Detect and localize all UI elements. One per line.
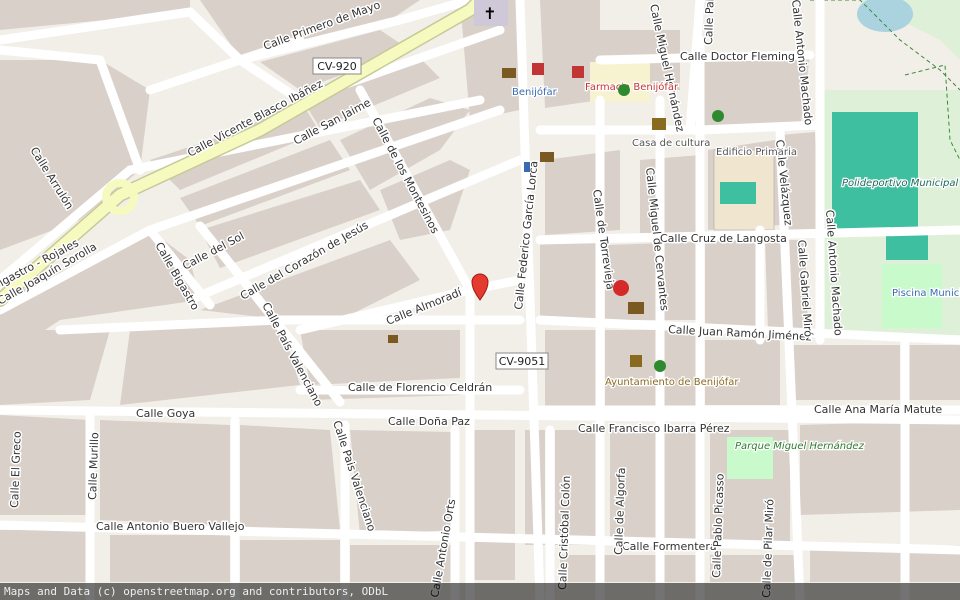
library-icon bbox=[652, 118, 666, 130]
street-label: Calle Doña Paz bbox=[388, 415, 470, 428]
poi-label: Farmacia Benijófar bbox=[585, 81, 679, 93]
street-label: Calle Formentera bbox=[622, 540, 717, 553]
street-label: Calle Antonio Buero Vallejo bbox=[96, 520, 245, 533]
street-label: Calle Francisco Ibarra Pérez bbox=[578, 422, 730, 435]
street-label: Calle El Greco bbox=[8, 431, 24, 508]
poi-label: Parque Miguel Hernández bbox=[735, 440, 865, 452]
map-attribution: Maps and Data (c) openstreetmap.org and … bbox=[0, 583, 960, 600]
street-label: Calle Murillo bbox=[86, 432, 101, 500]
route-label: CV-9051 bbox=[499, 355, 546, 368]
poi-label: Edificio Primaria bbox=[716, 147, 797, 158]
poi-label: Benijófar bbox=[512, 86, 558, 98]
poi-label: Ayuntamiento de Benijófar bbox=[605, 376, 739, 388]
pharmacy-icon bbox=[532, 63, 544, 75]
playground-icon bbox=[712, 110, 724, 122]
pitch-main bbox=[832, 112, 918, 230]
street-label: Calle de Florencio Celdrán bbox=[348, 381, 492, 394]
bank-icon bbox=[540, 152, 554, 162]
street-label: Calle Goya bbox=[136, 407, 195, 420]
church-icon: ✝ bbox=[483, 4, 496, 23]
clinic-icon bbox=[613, 280, 629, 296]
route-shield-cv920: CV-920 bbox=[312, 57, 362, 75]
route-shield-cv9051: CV-9051 bbox=[495, 352, 549, 370]
poi-label: Casa de cultura bbox=[632, 138, 710, 149]
playground-icon bbox=[618, 84, 630, 96]
school-pitch bbox=[720, 182, 756, 204]
poi-label: Polideportivo Municipal bbox=[842, 178, 959, 189]
bus-stop-icon bbox=[524, 162, 530, 172]
street-label: Calle Ana María Matute bbox=[814, 403, 942, 416]
route-label: CV-920 bbox=[317, 60, 357, 73]
post-office-icon bbox=[628, 302, 644, 314]
car-icon bbox=[388, 335, 398, 343]
bank-icon bbox=[502, 68, 516, 78]
street-label: Calle Doctor Fleming bbox=[680, 50, 795, 63]
street-label: Calle Cruz de Langosta bbox=[660, 232, 787, 245]
town-hall-icon bbox=[630, 355, 642, 367]
playground-icon bbox=[654, 360, 666, 372]
map-canvas[interactable]: ✝ Calle Primero de Mayo Calle Vicente Bl… bbox=[0, 0, 960, 600]
poi-label: Piscina Municipal bbox=[892, 288, 960, 299]
map-svg[interactable]: ✝ Calle Primero de Mayo Calle Vicente Bl… bbox=[0, 0, 960, 600]
pharmacy-icon bbox=[572, 66, 584, 78]
